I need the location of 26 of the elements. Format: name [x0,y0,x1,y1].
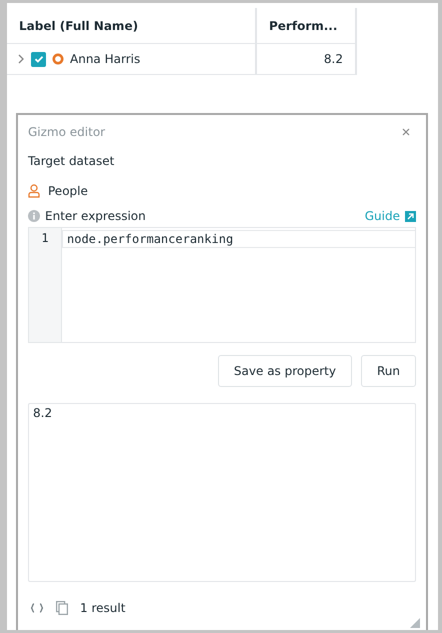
copy-icon[interactable] [56,601,68,615]
node-icon [52,53,64,65]
panel-title: Gizmo editor [28,125,106,139]
section-label: Target dataset [28,154,116,170]
close-icon[interactable] [402,128,410,136]
code-line: node.performanceranking [62,230,415,248]
output-text: 8.2 [33,406,52,420]
external-link-icon[interactable] [405,210,416,222]
table-cell: 8.2 [257,44,357,75]
result-count: 1 result [80,601,126,615]
column-header[interactable]: Perform... [257,8,357,44]
code-editor[interactable]: 1 node.performanceranking [28,227,416,343]
info-icon [28,210,40,222]
person-icon [28,184,40,198]
chevron-icon[interactable] [17,53,25,65]
resize-handle-icon[interactable] [410,618,420,628]
save-button[interactable]: Save as property [218,355,352,387]
row-label: Anna Harris [70,52,140,66]
expression-label: Enter expression [45,209,147,223]
run-button[interactable]: Run [360,355,416,387]
checkbox[interactable] [31,52,46,66]
dataset-name: People [48,184,88,198]
column-header[interactable]: Label (Full Name) [7,8,257,44]
code-braces-icon[interactable] [30,603,44,613]
checkmark-icon [32,53,44,65]
line-number: 1 [41,230,49,246]
